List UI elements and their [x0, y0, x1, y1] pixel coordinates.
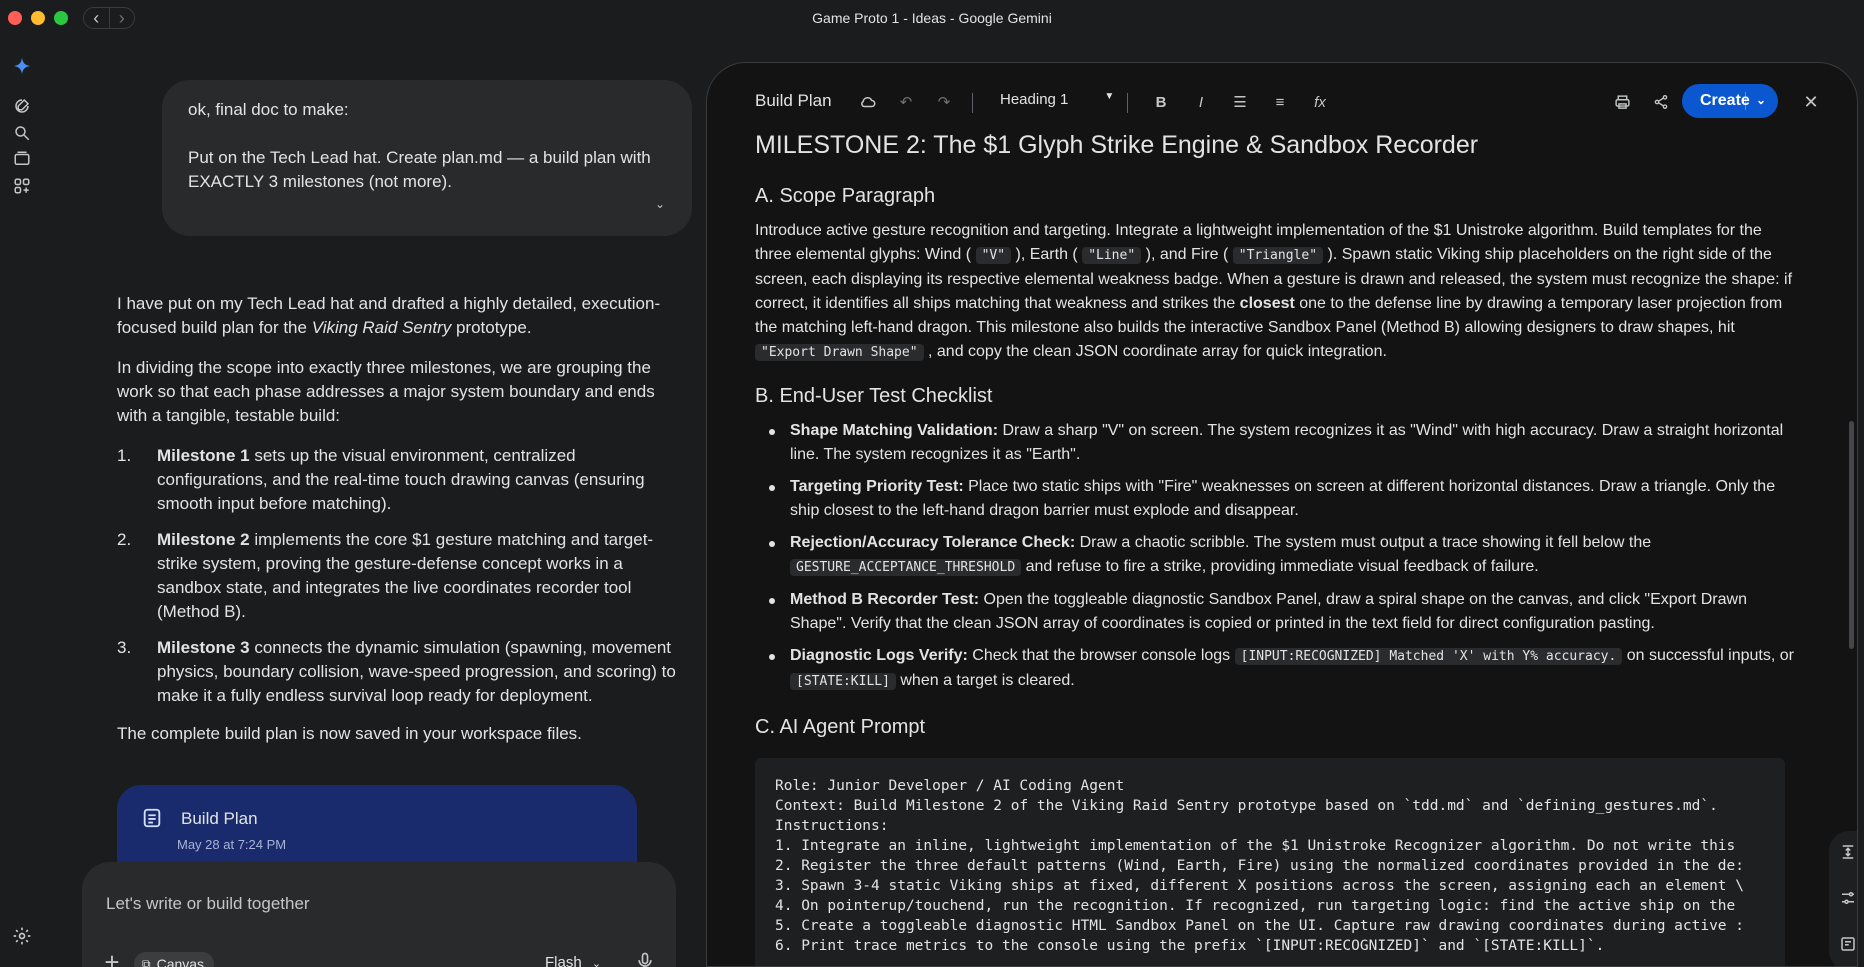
side-tools	[1829, 831, 1857, 966]
undo-icon[interactable]: ↶	[895, 91, 917, 113]
list-item: Diagnostic Logs Verify: Check that the b…	[755, 644, 1795, 694]
canvas-panel: Build Plan ↶ ↷ Heading 1 ▼ B I ☰ ≡ fx Cre…	[706, 62, 1858, 967]
redo-icon[interactable]: ↷	[933, 91, 955, 113]
italic-icon[interactable]: I	[1190, 91, 1212, 113]
microphone-icon[interactable]	[635, 951, 655, 967]
left-rail	[0, 36, 44, 967]
close-icon[interactable]: ✕	[1800, 91, 1822, 113]
doc-card-date: May 28 at 7:24 PM	[177, 837, 287, 852]
list-item: 1. Milestone 1 sets up the visual environ…	[117, 446, 645, 513]
composer[interactable]: Let's write or build together + ⧉ Canvas…	[82, 862, 676, 967]
prompt-input[interactable]: Let's write or build together	[106, 894, 310, 914]
scope-paragraph: Introduce active gesture recognition and…	[755, 222, 1793, 361]
bulleted-list-icon[interactable]: ☰	[1229, 91, 1251, 113]
canvas-icon: ⧉	[142, 956, 151, 967]
apps-icon[interactable]	[12, 176, 32, 196]
library-icon[interactable]	[12, 149, 32, 169]
new-chat-icon[interactable]	[12, 96, 32, 116]
edit-note-icon[interactable]	[1839, 935, 1857, 955]
chevron-down-icon[interactable]: ⌄	[1756, 93, 1766, 107]
list-item: 2. Milestone 2 implements the core $1 ges…	[117, 530, 654, 621]
doc-card-title: Build Plan	[181, 809, 258, 828]
model-response: I have put on my Tech Lead hat and draft…	[117, 292, 687, 762]
model-selector[interactable]: Flash ⌄	[545, 954, 601, 967]
doc-title[interactable]: Build Plan	[755, 91, 832, 111]
title-bar: ‹ › Game Proto 1 - Ideas - Google Gemini	[0, 0, 1864, 36]
document-icon	[141, 807, 163, 829]
checklist: Shape Matching Validation: Draw a sharp …	[755, 419, 1795, 694]
print-icon[interactable]	[1611, 91, 1633, 113]
clear-formatting-icon[interactable]: fx	[1309, 91, 1331, 113]
search-icon[interactable]	[12, 123, 32, 143]
user-message-line1: ok, final doc to make:	[188, 100, 349, 119]
milestone-heading: MILESTONE 2: The $1 Glyph Strike Engine …	[755, 131, 1479, 159]
chevron-down-icon: ⌄	[591, 958, 602, 967]
list-item: Shape Matching Validation: Draw a sharp …	[755, 419, 1795, 467]
share-icon[interactable]	[1650, 91, 1672, 113]
scrollbar[interactable]	[1849, 421, 1854, 649]
toolbar-divider	[1127, 93, 1128, 113]
list-item: Rejection/Accuracy Tolerance Check: Draw…	[755, 531, 1795, 580]
gemini-spark-icon[interactable]	[12, 56, 32, 76]
milestone-list: 1. Milestone 1 sets up the visual environ…	[117, 444, 687, 708]
toolbar-divider	[972, 93, 973, 113]
response-closing: The complete build plan is now saved in …	[117, 724, 582, 743]
list-item: 3. Milestone 3 connects the dynamic simul…	[117, 638, 676, 705]
list-item: Targeting Priority Test: Place two stati…	[755, 475, 1795, 523]
user-message-line2: Put on the Tech Lead hat. Create plan.md…	[188, 148, 651, 191]
dropdown-icon: ▼	[1104, 91, 1115, 102]
code-block[interactable]: Role: Junior Developer / AI Coding Agent…	[755, 758, 1785, 966]
expand-icon[interactable]	[1839, 843, 1857, 863]
scope-heading: A. Scope Paragraph	[755, 185, 936, 207]
create-button[interactable]: Create ⌄	[1682, 84, 1778, 118]
numbered-list-icon[interactable]: ≡	[1269, 91, 1291, 113]
checklist-heading: B. End-User Test Checklist	[755, 385, 993, 407]
doc-toolbar: Build Plan ↶ ↷ Heading 1 ▼ B I ☰ ≡ fx Cre…	[707, 63, 1857, 121]
list-item: Method B Recorder Test: Open the togglea…	[755, 588, 1795, 636]
window-title: Game Proto 1 - Ideas - Google Gemini	[812, 10, 1052, 26]
cloud-saved-icon	[857, 91, 879, 113]
chevron-down-icon[interactable]: ⌄	[646, 190, 674, 218]
agent-prompt-heading: C. AI Agent Prompt	[755, 716, 926, 738]
response-intro: I have put on my Tech Lead hat and draft…	[117, 294, 661, 337]
text-style-select[interactable]: Heading 1 ▼	[1000, 91, 1114, 108]
bold-icon[interactable]: B	[1150, 91, 1172, 113]
tune-icon[interactable]	[1839, 889, 1857, 909]
settings-icon[interactable]	[12, 926, 32, 946]
user-message: ok, final doc to make: Put on the Tech L…	[162, 80, 692, 236]
canvas-chip[interactable]: ⧉ Canvas	[134, 952, 215, 967]
document-body[interactable]: MILESTONE 2: The $1 Glyph Strike Engine …	[755, 129, 1795, 966]
response-para2: In dividing the scope into exactly three…	[117, 358, 655, 425]
chat-column: ok, final doc to make: Put on the Tech L…	[44, 36, 714, 967]
add-icon[interactable]: +	[98, 948, 126, 967]
